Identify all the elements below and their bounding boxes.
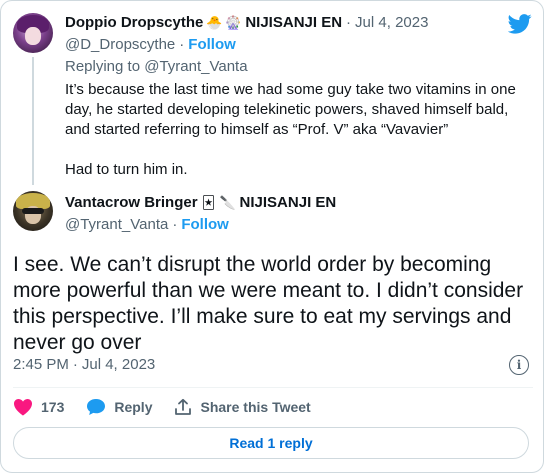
- parent-affiliation[interactable]: NIJISANJI EN: [245, 13, 342, 33]
- ferris-wheel-emoji-icon: 🎡: [225, 15, 242, 30]
- parent-tweet-text: It’s because the last time we had some g…: [65, 80, 530, 180]
- embedded-tweet-card: Doppio Dropscythe 🐣 🎡 NIJISANJI EN · Jul…: [0, 0, 544, 473]
- knife-emoji-icon: 🔪: [219, 195, 236, 210]
- parent-text-paragraph: It’s because the last time we had some g…: [65, 81, 516, 138]
- reply-label: Reply: [114, 399, 153, 415]
- author-row: Vantacrow Bringer 🃏 🔪 NIJISANJI EN: [65, 193, 336, 213]
- share-arrow-icon: [175, 398, 192, 415]
- parent-date-link[interactable]: Jul 4, 2023: [355, 13, 428, 33]
- tweet-actions: 173 Reply Share this Tweet: [13, 396, 333, 418]
- separator-dot: ·: [172, 216, 178, 233]
- info-icon[interactable]: i: [509, 355, 529, 375]
- replying-to-prefix: Replying to: [65, 58, 141, 75]
- parent-handle-row: @D_Dropscythe · Follow: [65, 35, 236, 55]
- tweet-timestamp[interactable]: 2:45 PM · Jul 4, 2023: [13, 355, 155, 375]
- replying-to-handle[interactable]: @Tyrant_Vanta: [144, 58, 247, 75]
- heart-icon: [14, 399, 32, 416]
- share-button[interactable]: Share this Tweet: [174, 398, 311, 416]
- share-label: Share this Tweet: [200, 399, 311, 415]
- author-follow-button[interactable]: Follow: [181, 215, 229, 235]
- chick-emoji-icon: 🐣: [206, 15, 223, 30]
- author-handle[interactable]: @Tyrant_Vanta: [65, 215, 168, 235]
- speech-bubble-icon: [87, 399, 106, 415]
- like-button[interactable]: 173: [13, 398, 64, 416]
- separator-dot: ·: [179, 36, 185, 53]
- parent-text-paragraph: Had to turn him in.: [65, 161, 188, 178]
- author-avatar[interactable]: [13, 191, 53, 231]
- tweet-date[interactable]: Jul 4, 2023: [82, 355, 155, 375]
- divider: [13, 387, 533, 388]
- parent-follow-button[interactable]: Follow: [188, 35, 236, 55]
- parent-avatar[interactable]: [13, 13, 53, 53]
- tweet-text: I see. We can’t disrupt the world order …: [13, 253, 524, 354]
- twitter-bird-icon[interactable]: [508, 14, 532, 34]
- separator-dot: ·: [72, 356, 78, 373]
- read-replies-button[interactable]: Read 1 reply: [13, 427, 529, 459]
- parent-handle[interactable]: @D_Dropscythe: [65, 35, 175, 55]
- replying-to-line: Replying to @Tyrant_Vanta: [65, 57, 248, 77]
- like-count: 173: [41, 399, 65, 415]
- author-handle-row: @Tyrant_Vanta · Follow: [65, 215, 229, 235]
- parent-author-row: Doppio Dropscythe 🐣 🎡 NIJISANJI EN · Jul…: [65, 13, 428, 33]
- separator-dot: ·: [346, 14, 352, 31]
- author-affiliation[interactable]: NIJISANJI EN: [240, 193, 337, 213]
- joker-card-emoji-icon: 🃏: [201, 195, 216, 210]
- reply-button[interactable]: Reply: [86, 398, 152, 416]
- author-display-name[interactable]: Vantacrow Bringer: [65, 193, 198, 213]
- thread-connector-line: [32, 57, 34, 185]
- parent-display-name[interactable]: Doppio Dropscythe: [65, 13, 203, 33]
- tweet-time[interactable]: 2:45 PM: [13, 355, 69, 375]
